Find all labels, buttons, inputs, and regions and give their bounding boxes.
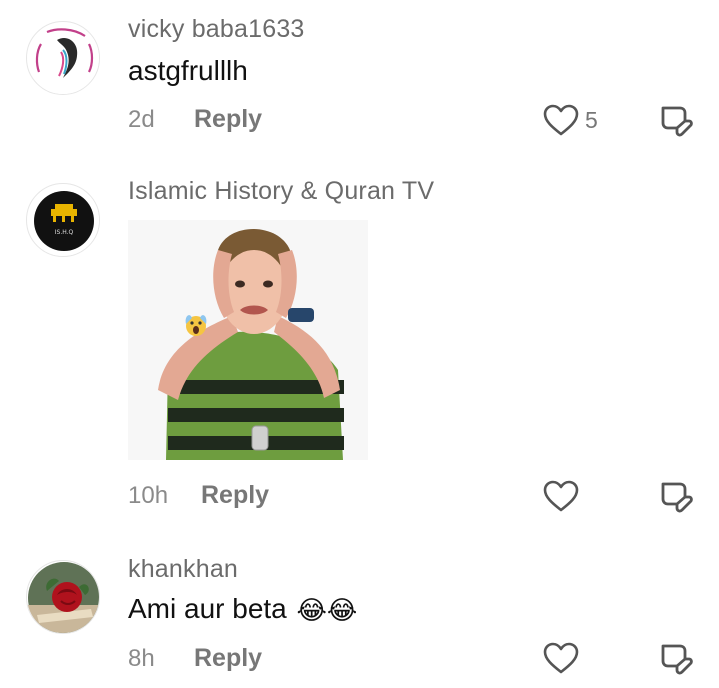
makeup-logo-icon xyxy=(28,23,99,94)
channel-logo-icon: IS.H.Q xyxy=(28,185,99,256)
heart-icon[interactable] xyxy=(542,641,580,675)
rose-avatar-icon xyxy=(27,562,99,633)
reply-button[interactable]: Reply xyxy=(194,105,262,134)
comment-text: astgfrulllh xyxy=(128,55,248,86)
heart-icon[interactable] xyxy=(542,103,580,137)
thumbs-down-icon[interactable] xyxy=(658,640,694,676)
like-count: 5 xyxy=(585,107,598,133)
sticker-image[interactable] xyxy=(128,220,368,460)
comments-list: vicky baba1633 astgfrulllh 2d Reply 5 IS… xyxy=(0,0,719,688)
reply-button[interactable]: Reply xyxy=(201,481,269,510)
comment-item: khankhan Ami aur beta 😂😂 8h Reply xyxy=(0,540,719,688)
comment-text-body: Ami aur beta xyxy=(128,593,287,624)
shocked-person-illustration xyxy=(128,220,368,460)
comment-time: 2d xyxy=(128,106,155,133)
avatar[interactable] xyxy=(26,21,100,95)
comment-item: IS.H.Q Islamic History & Quran TV 10h Re… xyxy=(0,170,719,540)
avatar[interactable] xyxy=(26,560,100,634)
reply-button[interactable]: Reply xyxy=(194,644,262,673)
comment-username[interactable]: vicky baba1633 xyxy=(128,15,305,44)
avatar[interactable]: IS.H.Q xyxy=(26,183,100,257)
comment-item: vicky baba1633 astgfrulllh 2d Reply 5 xyxy=(0,0,719,170)
thumbs-down-icon[interactable] xyxy=(658,478,694,514)
channel-logo-text: IS.H.Q xyxy=(55,229,74,236)
thumbs-down-icon[interactable] xyxy=(658,102,694,138)
comment-time: 10h xyxy=(128,482,169,509)
laughing-emoji-icon: 😂😂 xyxy=(296,595,358,626)
comment-time: 8h xyxy=(128,645,155,672)
comment-username[interactable]: Islamic History & Quran TV xyxy=(128,177,434,206)
comment-text: Ami aur beta 😂😂 xyxy=(128,593,357,626)
comment-username[interactable]: khankhan xyxy=(128,555,238,584)
heart-icon[interactable] xyxy=(542,479,580,513)
